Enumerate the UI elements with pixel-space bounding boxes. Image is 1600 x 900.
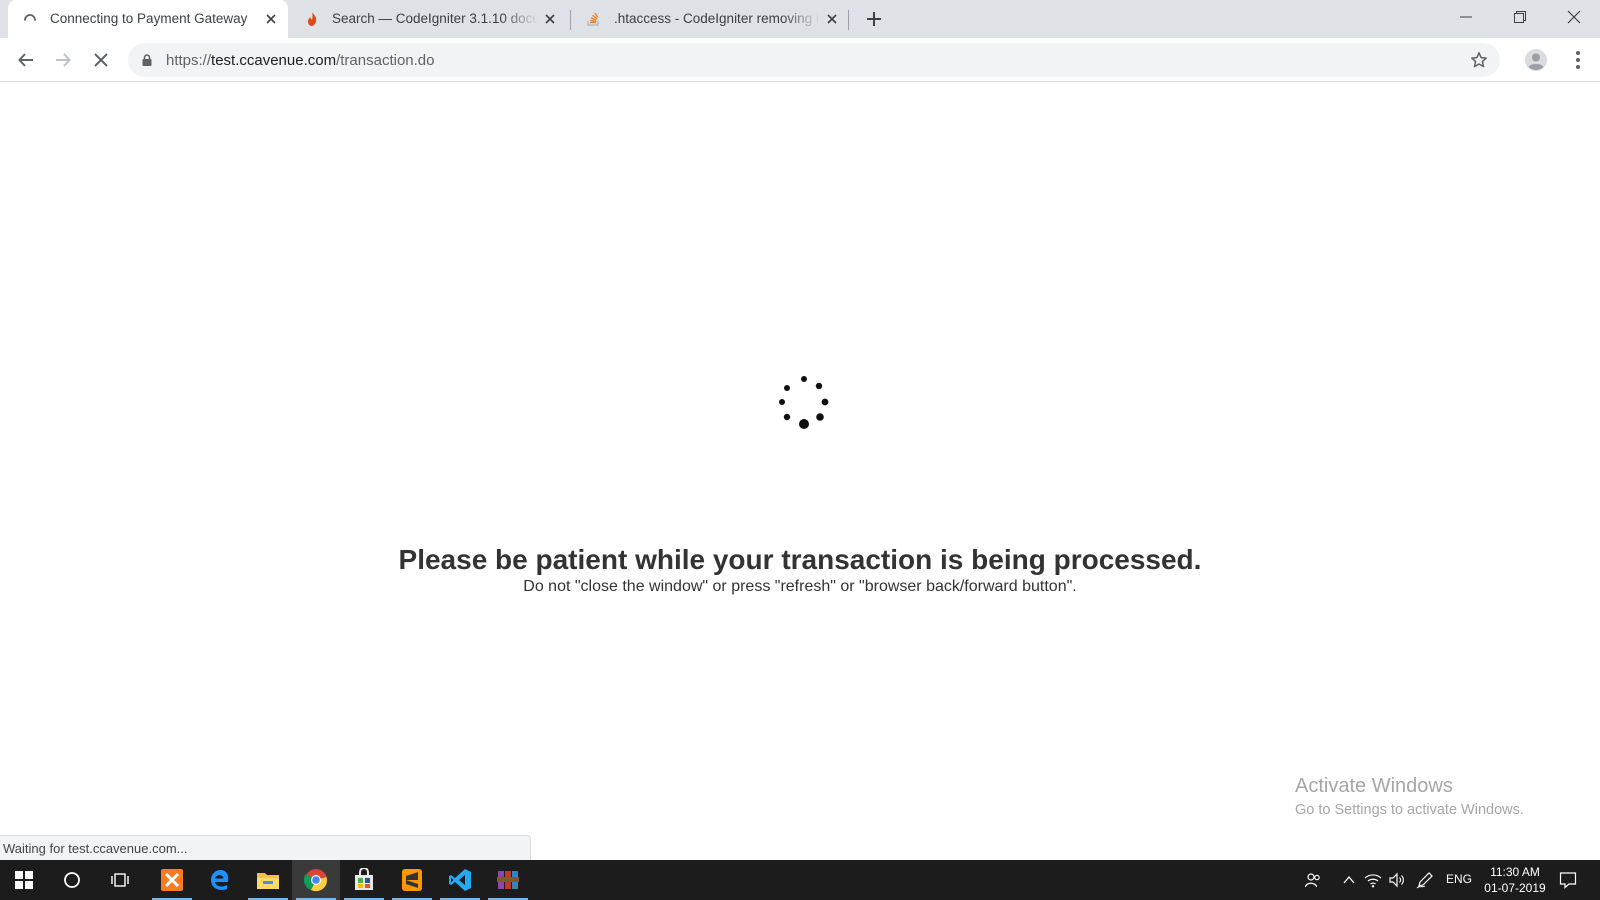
- chrome-icon: [304, 869, 327, 892]
- windows-taskbar: ENG 11:30 AM 01-07-2019: [0, 860, 1600, 900]
- volume-button[interactable]: [1387, 870, 1407, 890]
- windows-logo-icon: [15, 871, 33, 889]
- clock-time: 11:30 AM: [1490, 865, 1540, 879]
- notification-icon: [1559, 872, 1577, 889]
- taskbar-chrome[interactable]: [292, 860, 340, 900]
- minimize-icon: [1460, 16, 1472, 18]
- browser-toolbar: https://test.ccavenue.com/transaction.do: [0, 38, 1600, 82]
- tab-separator: [570, 10, 571, 30]
- system-clock[interactable]: 11:30 AM 01-07-2019: [1480, 864, 1550, 896]
- activate-windows-watermark: Activate Windows Go to Settings to activ…: [1295, 775, 1524, 818]
- close-icon: [1567, 10, 1581, 24]
- close-window-button[interactable]: [1548, 0, 1600, 34]
- file-explorer-icon: [257, 873, 279, 889]
- processing-warning: Do not "close the window" or press "refr…: [523, 578, 1077, 595]
- clock-date: 01-07-2019: [1484, 881, 1546, 895]
- restore-icon: [1514, 11, 1526, 23]
- url-scheme: https://: [166, 52, 212, 69]
- back-button[interactable]: [14, 48, 38, 72]
- loading-dots-icon: [779, 376, 829, 429]
- taskbar-winrar[interactable]: [484, 860, 532, 900]
- tab-title: Search — CodeIgniter 3.1.10 documentatio…: [332, 11, 538, 26]
- taskbar-edge[interactable]: [196, 860, 244, 900]
- loading-spinner-icon: [24, 14, 36, 21]
- vscode-icon: [449, 869, 471, 891]
- tab-separator: [848, 10, 849, 30]
- stop-loading-button[interactable]: [89, 48, 113, 72]
- codeigniter-flame-icon: [308, 12, 317, 26]
- show-hidden-icons-button[interactable]: [1339, 870, 1359, 890]
- close-tab-icon[interactable]: [542, 11, 558, 27]
- status-bubble: Waiting for test.ccavenue.com...: [0, 835, 531, 860]
- url-host: test.ccavenue.com: [211, 52, 337, 69]
- taskbar-vscode[interactable]: [436, 860, 484, 900]
- close-tab-icon[interactable]: [824, 11, 840, 27]
- tab-codeigniter-search[interactable]: Search — CodeIgniter 3.1.10 documentatio…: [290, 0, 566, 38]
- edge-icon: [211, 870, 229, 890]
- sublime-text-icon: [402, 869, 422, 891]
- tab-htaccess-stackoverflow[interactable]: .htaccess - CodeIgniter removing index.p…: [572, 0, 848, 38]
- people-button[interactable]: [1303, 870, 1323, 890]
- kebab-menu-icon[interactable]: [1566, 48, 1590, 72]
- lock-icon[interactable]: [140, 53, 154, 67]
- arrow-right-icon: [56, 53, 71, 67]
- restore-button[interactable]: [1494, 0, 1546, 34]
- input-language-indicator[interactable]: ENG: [1446, 872, 1472, 886]
- taskbar-sublime[interactable]: [388, 860, 436, 900]
- profile-avatar-icon[interactable]: [1524, 48, 1548, 72]
- taskbar-xampp[interactable]: [148, 860, 196, 900]
- pen-workspace-button[interactable]: [1415, 870, 1435, 890]
- address-bar[interactable]: https://test.ccavenue.com/transaction.do: [128, 43, 1500, 77]
- tab-strip: Connecting to Payment Gateway Search — C…: [0, 0, 1600, 38]
- cortana-search-button[interactable]: [48, 860, 96, 900]
- task-view-icon: [111, 873, 129, 887]
- action-center-button[interactable]: [1558, 870, 1578, 890]
- stackoverflow-icon: [587, 12, 599, 26]
- processing-heading: Please be patient while your transaction…: [398, 544, 1202, 575]
- network-button[interactable]: [1363, 870, 1383, 890]
- winrar-icon: [497, 871, 519, 889]
- task-view-button[interactable]: [96, 860, 144, 900]
- url-path: /transaction.do: [336, 52, 435, 69]
- taskbar-file-explorer[interactable]: [244, 860, 292, 900]
- forward-button[interactable]: [51, 48, 75, 72]
- watermark-subtitle: Go to Settings to activate Windows.: [1295, 802, 1524, 818]
- people-icon: [1304, 873, 1320, 888]
- watermark-title: Activate Windows: [1295, 775, 1453, 797]
- bookmark-star-icon[interactable]: [1470, 51, 1488, 69]
- taskbar-store[interactable]: [340, 860, 388, 900]
- tab-payment-gateway[interactable]: Connecting to Payment Gateway: [8, 0, 288, 38]
- new-tab-icon[interactable]: [864, 9, 884, 29]
- store-icon: [355, 868, 373, 890]
- arrow-left-icon: [18, 53, 33, 67]
- minimize-button[interactable]: [1440, 0, 1492, 34]
- tab-title: Connecting to Payment Gateway: [50, 11, 248, 26]
- stop-icon: [94, 53, 108, 67]
- pen-icon: [1416, 872, 1433, 889]
- chevron-up-icon: [1343, 875, 1355, 884]
- tab-title: .htaccess - CodeIgniter removing index.p…: [614, 11, 820, 26]
- wifi-icon: [1364, 874, 1382, 888]
- url-text[interactable]: https://test.ccavenue.com/transaction.do: [166, 52, 435, 69]
- close-tab-icon[interactable]: [263, 11, 279, 27]
- start-button[interactable]: [0, 860, 48, 900]
- speaker-icon: [1389, 872, 1404, 888]
- xampp-icon: [161, 869, 183, 891]
- page-content: Please be patient while your transaction…: [0, 82, 1600, 860]
- cortana-circle-icon: [64, 872, 80, 888]
